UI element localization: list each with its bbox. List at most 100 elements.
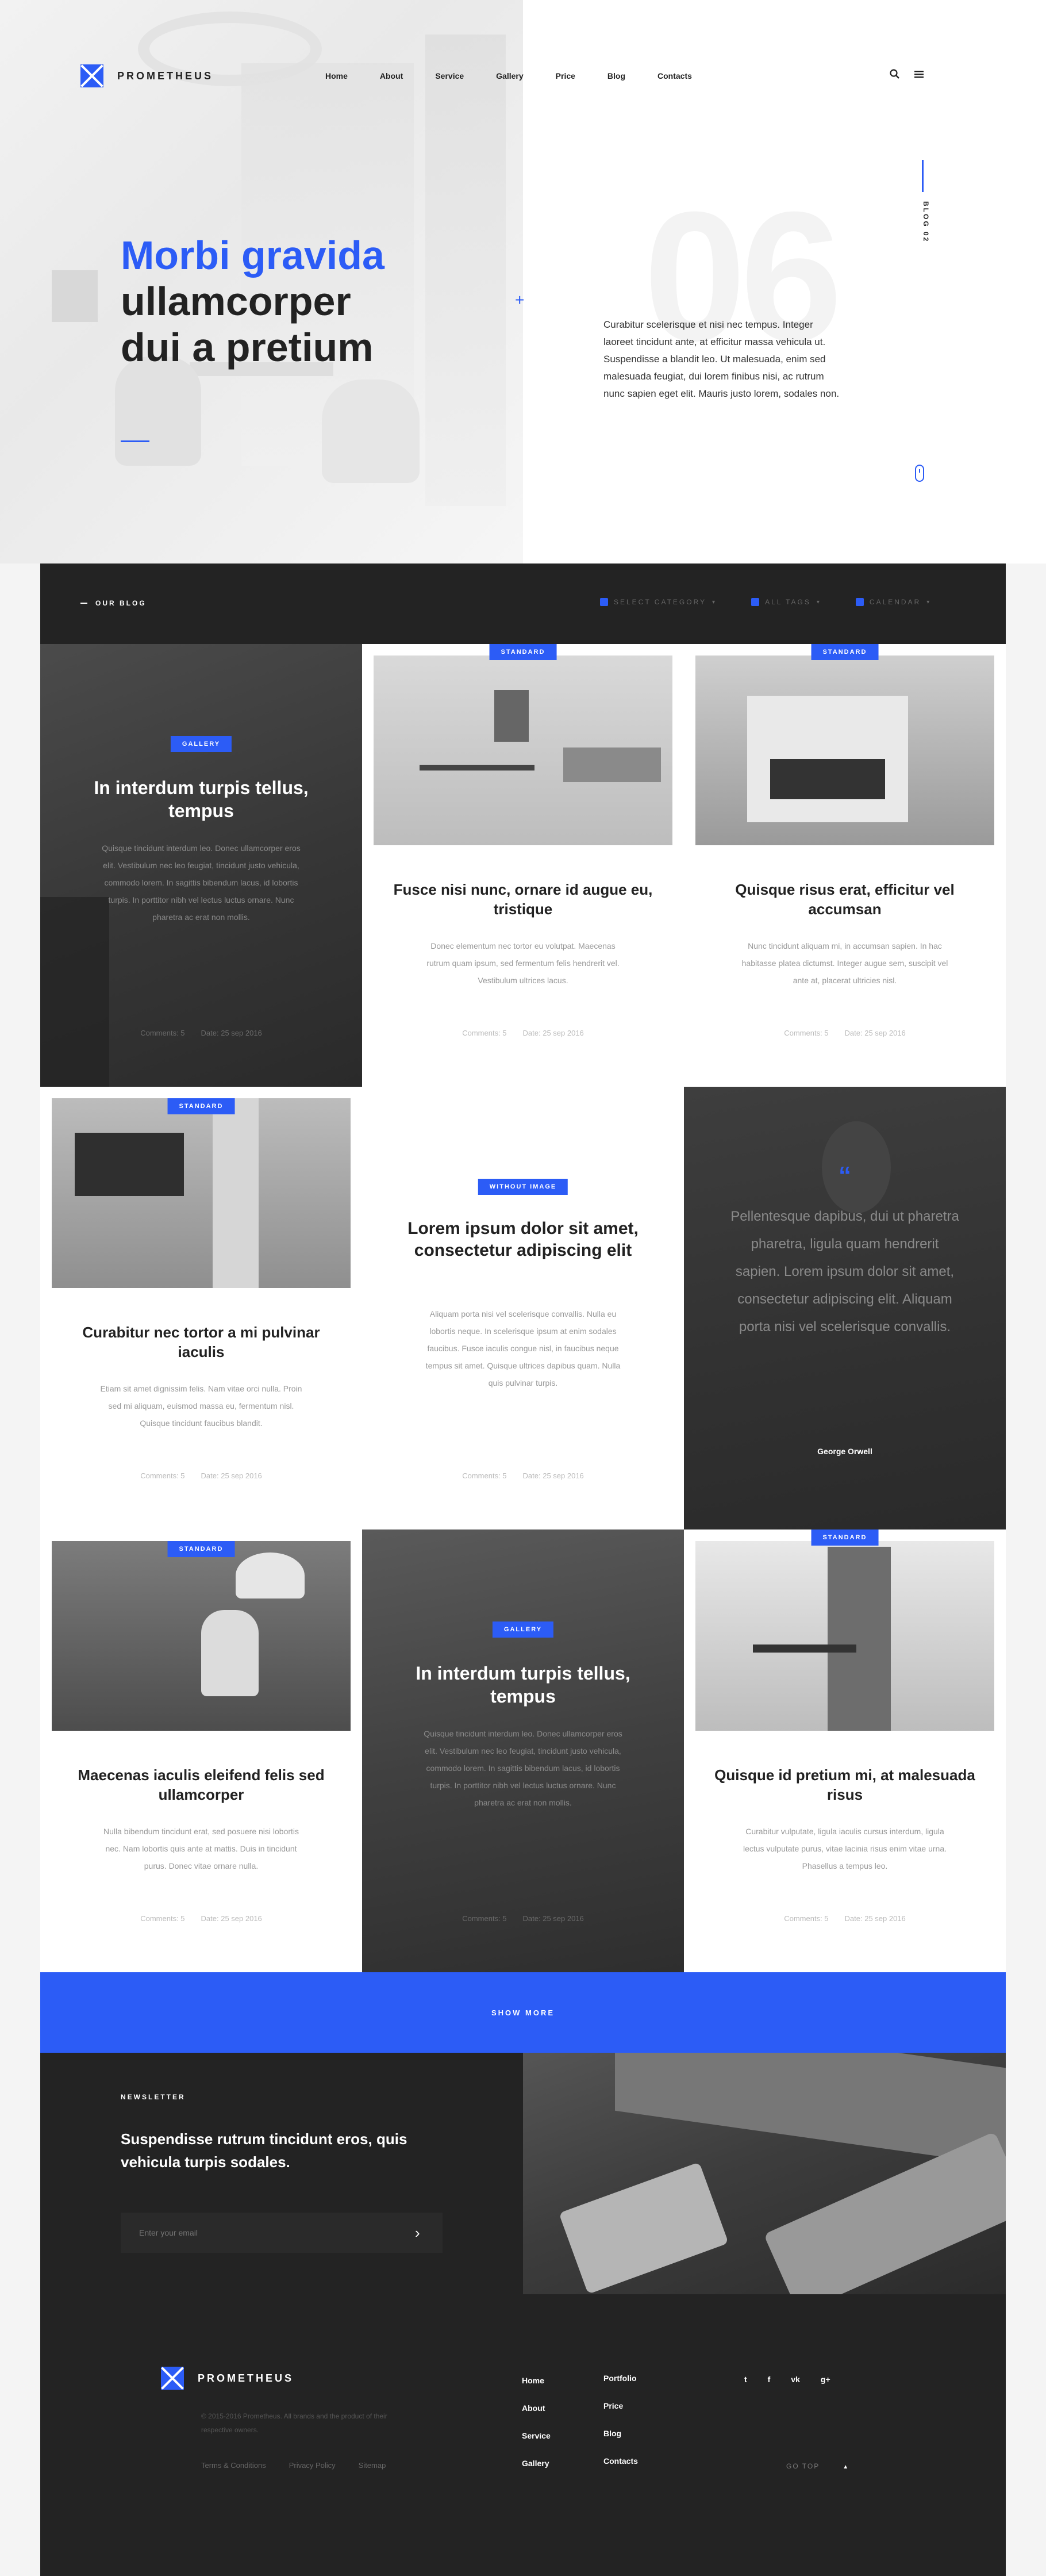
twitter-icon[interactable]: t: [744, 2375, 747, 2384]
go-top-button[interactable]: GO TOP ▲: [786, 2462, 849, 2470]
card-image-dining[interactable]: [374, 656, 672, 845]
footer-link-portfolio[interactable]: Portfolio: [603, 2374, 638, 2401]
blog-card-standard[interactable]: STANDARD Curabitur nec tortor a mi pulvi…: [40, 1087, 362, 1529]
card-image-building[interactable]: [695, 1541, 994, 1731]
post-date: Date: 25 sep 2016: [201, 1029, 262, 1037]
card-badge[interactable]: STANDARD: [167, 1098, 235, 1114]
blog-card-standard[interactable]: STANDARD Quisque risus erat, efficitur v…: [684, 644, 1006, 1087]
search-icon[interactable]: [890, 69, 900, 79]
card-title[interactable]: Quisque id pretium mi, at malesuada risu…: [707, 1765, 983, 1804]
chevron-down-icon: ▾: [926, 599, 932, 605]
hero-section: PROMETHEUS Home About Service Gallery Pr…: [0, 0, 1046, 564]
quote-text: Pellentesque dapibus, dui ut pharetra ph…: [730, 1209, 959, 1335]
hero-title-line3: dui a pretium: [121, 325, 374, 370]
footer-logo-text: PROMETHEUS: [198, 2372, 294, 2384]
filter-tags[interactable]: ALL TAGS ▾: [751, 598, 821, 606]
card-title[interactable]: Quisque risus erat, efficitur vel accums…: [707, 880, 983, 919]
card-excerpt: Quisque tincidunt interdum leo. Donec ul…: [424, 1729, 622, 1807]
header-icons: [890, 69, 924, 79]
nav-contacts[interactable]: Contacts: [657, 71, 692, 80]
terms-link[interactable]: Terms & Conditions: [201, 2461, 266, 2470]
filter-calendar-label: CALENDAR: [869, 598, 921, 606]
blog-card-standard[interactable]: STANDARD Maecenas iaculis eleifend felis…: [40, 1529, 362, 1972]
comments-count[interactable]: Comments: 5: [784, 1029, 828, 1037]
post-date: Date: 25 sep 2016: [844, 1914, 906, 1923]
blog-card-quote[interactable]: “ Pellentesque dapibus, dui ut pharetra …: [684, 1087, 1006, 1529]
comments-count[interactable]: Comments: 5: [462, 1029, 506, 1037]
footer-link-contacts[interactable]: Contacts: [603, 2456, 638, 2484]
card-badge[interactable]: STANDARD: [489, 644, 557, 660]
comments-count[interactable]: Comments: 5: [462, 1914, 506, 1923]
blog-card-gallery[interactable]: GALLERY In interdum turpis tellus, tempu…: [40, 644, 362, 1087]
footer-link-service[interactable]: Service: [522, 2431, 551, 2459]
google-plus-icon[interactable]: g+: [821, 2375, 830, 2384]
comments-count[interactable]: Comments: 5: [462, 1471, 506, 1480]
nav-gallery[interactable]: Gallery: [496, 71, 523, 80]
side-label[interactable]: BLOG 02: [922, 201, 930, 270]
main-nav: Home About Service Gallery Price Blog Co…: [325, 71, 724, 80]
footer-link-blog[interactable]: Blog: [603, 2429, 638, 2456]
card-image-livingroom[interactable]: [52, 1098, 351, 1288]
footer: PROMETHEUS © 2015-2016 Prometheus. All b…: [40, 2294, 1006, 2576]
chevron-down-icon: ▾: [816, 599, 821, 605]
footer-link-price[interactable]: Price: [603, 2401, 638, 2429]
nav-blog[interactable]: Blog: [607, 71, 625, 80]
card-badge[interactable]: GALLERY: [492, 1621, 554, 1638]
logo-icon: [161, 2367, 184, 2390]
filter-calendar[interactable]: CALENDAR ▾: [855, 598, 932, 606]
card-image-house[interactable]: [695, 656, 994, 845]
newsletter-desk-image: [523, 2053, 1006, 2294]
quote-author: George Orwell: [817, 1447, 872, 1456]
card-badge[interactable]: STANDARD: [167, 1541, 235, 1557]
facebook-icon[interactable]: f: [768, 2375, 771, 2384]
footer-link-home[interactable]: Home: [522, 2376, 551, 2404]
nav-about[interactable]: About: [380, 71, 403, 80]
blog-card-standard[interactable]: STANDARD Quisque id pretium mi, at males…: [684, 1529, 1006, 1972]
comments-count[interactable]: Comments: 5: [784, 1914, 828, 1923]
footer-logo[interactable]: PROMETHEUS: [161, 2367, 294, 2390]
hero-divider: [121, 440, 149, 442]
card-title[interactable]: Lorem ipsum dolor sit amet, consectetur …: [385, 1218, 661, 1262]
blog-card-gallery[interactable]: GALLERY In interdum turpis tellus, tempu…: [362, 1529, 684, 1972]
footer-link-gallery[interactable]: Gallery: [522, 2459, 551, 2486]
chevron-right-icon[interactable]: ›: [415, 2224, 420, 2242]
blog-card-standard[interactable]: STANDARD Fusce nisi nunc, ornare id augu…: [362, 644, 684, 1087]
card-title[interactable]: Curabitur nec tortor a mi pulvinar iacul…: [63, 1322, 339, 1362]
show-more-button[interactable]: SHOW MORE: [40, 1972, 1006, 2053]
plus-icon[interactable]: +: [515, 291, 524, 309]
card-badge[interactable]: WITHOUT IMAGE: [478, 1179, 568, 1195]
footer-nav-col1: Home About Service Gallery: [522, 2376, 551, 2486]
comments-count[interactable]: Comments: 5: [140, 1029, 184, 1037]
nav-home[interactable]: Home: [325, 71, 348, 80]
footer-nav-col2: Portfolio Price Blog Contacts: [603, 2374, 638, 2484]
card-title[interactable]: In interdum turpis tellus, tempus: [385, 1662, 661, 1708]
scroll-mouse-icon[interactable]: [915, 465, 924, 482]
vk-icon[interactable]: vk: [791, 2375, 800, 2384]
filter-category[interactable]: SELECT CATEGORY ▾: [600, 598, 717, 606]
comments-count[interactable]: Comments: 5: [140, 1914, 184, 1923]
newsletter-label: NEWSLETTER: [121, 2093, 186, 2101]
card-badge[interactable]: GALLERY: [170, 736, 232, 752]
quote-icon: “: [839, 1162, 851, 1190]
privacy-link[interactable]: Privacy Policy: [289, 2461, 336, 2470]
card-badge[interactable]: STANDARD: [811, 1529, 879, 1546]
blog-title-text: OUR BLOG: [95, 599, 147, 607]
sitemap-link[interactable]: Sitemap: [359, 2461, 386, 2470]
email-field[interactable]: [121, 2213, 443, 2253]
card-title[interactable]: Fusce nisi nunc, ornare id augue eu, tri…: [385, 880, 661, 919]
menu-icon[interactable]: [914, 69, 924, 79]
filter-category-label: SELECT CATEGORY: [614, 598, 707, 606]
card-badge[interactable]: STANDARD: [811, 644, 879, 660]
nav-price[interactable]: Price: [556, 71, 575, 80]
comments-count[interactable]: Comments: 5: [140, 1471, 184, 1480]
nav-service[interactable]: Service: [435, 71, 464, 80]
card-title[interactable]: In interdum turpis tellus, tempus: [63, 776, 339, 822]
card-excerpt: Etiam sit amet dignissim felis. Nam vita…: [100, 1384, 302, 1428]
card-meta: Comments: 5 Date: 25 sep 2016: [40, 1029, 362, 1037]
blog-card-without-image[interactable]: WITHOUT IMAGE Lorem ipsum dolor sit amet…: [362, 1087, 684, 1529]
footer-link-about[interactable]: About: [522, 2404, 551, 2431]
card-title[interactable]: Maecenas iaculis eleifend felis sed ulla…: [63, 1765, 339, 1804]
card-image-bust[interactable]: [52, 1541, 351, 1731]
header-logo[interactable]: PROMETHEUS: [80, 64, 213, 87]
card-excerpt: Nunc tincidunt aliquam mi, in accumsan s…: [741, 941, 948, 985]
